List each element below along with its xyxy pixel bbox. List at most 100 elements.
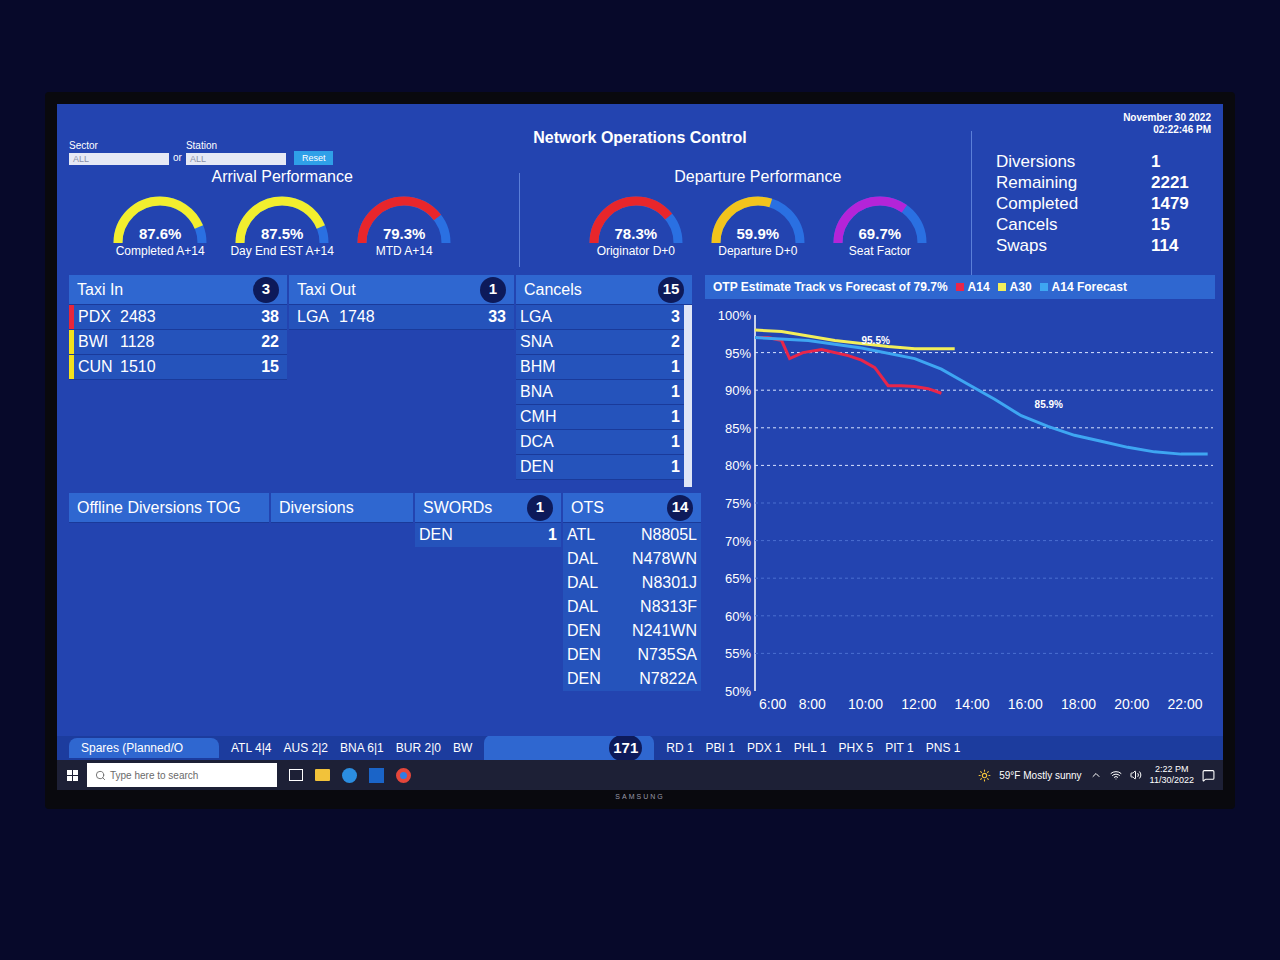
network-icon[interactable] (1110, 769, 1122, 781)
panel-header: OTS14 (563, 493, 701, 523)
gauge: 69.7%Seat Factor (821, 193, 939, 259)
stat-row: Swaps114 (996, 235, 1211, 256)
svg-text:65%: 65% (725, 571, 751, 586)
legend-swatch (956, 283, 964, 291)
cancel-row: DCA1 (516, 430, 684, 455)
cancel-row: BNA1 (516, 380, 684, 405)
monitor-brand: SAMSUNG (615, 792, 664, 803)
ticker-item: BW (453, 739, 472, 757)
notifications-icon[interactable] (1202, 769, 1215, 782)
stat-row: Completed 1479 (996, 193, 1211, 214)
stats-box: Diversions1Remaining2221Completed1479Can… (971, 131, 1211, 275)
scrollbar[interactable] (684, 305, 692, 487)
status-marker (69, 355, 74, 379)
delays-tab[interactable]: 171 (484, 736, 654, 760)
svg-text:6:00: 6:00 (759, 696, 786, 712)
stat-row: Remaining 2221 (996, 172, 1211, 193)
tray-chevron-icon[interactable] (1090, 769, 1102, 781)
offline-diversions-panel: Offline Diversions TOG (69, 493, 269, 736)
svg-text:22:00: 22:00 (1168, 696, 1203, 712)
gauge: 78.3%Originator D+0 (577, 193, 695, 259)
svg-text:70%: 70% (725, 534, 751, 549)
stat-label: Remaining (996, 172, 1077, 193)
taskbar-clock[interactable]: 2:22 PM11/30/2022 (1150, 764, 1194, 786)
series-line (755, 338, 1208, 455)
gauge-label: MTD A+14 (376, 243, 433, 259)
ticker-item: AUS 2|2 (283, 739, 327, 757)
reset-button[interactable]: Reset (294, 151, 334, 165)
windows-start-icon[interactable] (57, 770, 87, 781)
svg-text:100%: 100% (718, 308, 752, 323)
legend-item: A30 (998, 278, 1032, 296)
chart-title: OTP Estimate Track vs Forecast of 79.7% (713, 278, 948, 296)
outlook-icon[interactable] (369, 768, 384, 783)
svg-text:75%: 75% (725, 496, 751, 511)
sector-input[interactable]: ALL (69, 153, 169, 165)
svg-text:95%: 95% (725, 346, 751, 361)
station-input[interactable]: ALL (186, 153, 286, 165)
stat-value: 1479 (1151, 193, 1211, 214)
date-text: November 30 2022 (1123, 112, 1211, 124)
cancel-row: SNA2 (516, 330, 684, 355)
photo-scene: SectorALLorStationALLResetNetwork Operat… (0, 0, 1280, 960)
count-badge: 14 (667, 495, 693, 521)
taskbar: Type here to search59°F Mostly sunny2:22… (57, 760, 1223, 790)
ticker-item: BNA 6|1 (340, 739, 384, 757)
svg-text:80%: 80% (725, 458, 751, 473)
ots-row: DALN8313F (563, 595, 701, 619)
stat-value: 114 (1151, 235, 1211, 256)
section-title: Arrival Performance (211, 165, 352, 189)
cancel-row: LGA3 (516, 305, 684, 330)
taxi-out-panel: Taxi Out1LGA174833 (289, 275, 514, 487)
sword-row: DEN1 (415, 523, 561, 547)
section-title: Departure Performance (674, 165, 841, 189)
ticker-bar: Spares (Planned/OATL 4|4AUS 2|2BNA 6|1BU… (57, 736, 1223, 760)
gauge-label: Seat Factor (849, 243, 911, 259)
legend-swatch (998, 283, 1006, 291)
chrome-icon[interactable] (396, 768, 411, 783)
ots-row: DENN735SA (563, 643, 701, 667)
stat-label: Completed (996, 193, 1078, 214)
count-badge: 171 (609, 736, 642, 760)
ticker-item: BUR 2|0 (396, 739, 441, 757)
ticker-item: PNS 1 (926, 739, 961, 757)
weather-icon (978, 769, 991, 782)
legend-item: A14 (956, 278, 990, 296)
taxi-in-panel: Taxi In3PDX248338BWI112822CUN151015 (69, 275, 287, 487)
svg-text:50%: 50% (725, 684, 751, 699)
panel-title: SWORDs (423, 496, 492, 520)
ticker-tab[interactable]: Spares (Planned/O (69, 738, 219, 758)
panel-header: SWORDs1 (415, 493, 561, 523)
chart-header: OTP Estimate Track vs Forecast of 79.7% A… (705, 275, 1215, 299)
otp-chart: OTP Estimate Track vs Forecast of 79.7% A… (705, 275, 1215, 736)
status-marker (69, 330, 74, 354)
cancels-panel: Cancels15LGA3SNA2BHM1BNA1CMH1DCA1DEN1 (516, 275, 692, 487)
ticker-item: RD 1 (666, 739, 693, 757)
filter-bar: SectorALLorStationALLReset (69, 108, 369, 165)
gauge: 79.3%MTD A+14 (345, 193, 463, 259)
stat-label: Cancels (996, 214, 1057, 235)
gauge-value: 59.9% (737, 225, 780, 243)
panel-header: Taxi Out1 (289, 275, 514, 305)
taxi-in-row: CUN151015 (69, 355, 287, 380)
count-badge: 1 (480, 277, 506, 303)
ots-row: DALN8301J (563, 571, 701, 595)
gauge-value: 79.3% (383, 225, 426, 243)
gauge: 59.9%Departure D+0 (699, 193, 817, 259)
gauge-value: 87.5% (261, 225, 304, 243)
volume-icon[interactable] (1130, 769, 1142, 781)
ticker-item: PDX 1 (747, 739, 782, 757)
taskbar-search[interactable]: Type here to search (87, 763, 277, 787)
clock: November 30 202202:22:46 PM (911, 108, 1211, 136)
station-filter: StationALL (186, 138, 286, 165)
ots-panel: OTS14ATLN8805LDALN478WNDALN8301JDALN8313… (563, 493, 701, 736)
gauge-value: 78.3% (615, 225, 658, 243)
cancel-row: DEN1 (516, 455, 684, 480)
stat-value: 2221 (1151, 172, 1211, 193)
edge-icon[interactable] (342, 768, 357, 783)
main-area: Taxi In3PDX248338BWI112822CUN151015Taxi … (57, 275, 1223, 736)
task-view-icon[interactable] (289, 769, 303, 781)
ots-row: ATLN8805L (563, 523, 701, 547)
or-label: or (173, 150, 182, 165)
file-explorer-icon[interactable] (315, 769, 330, 781)
